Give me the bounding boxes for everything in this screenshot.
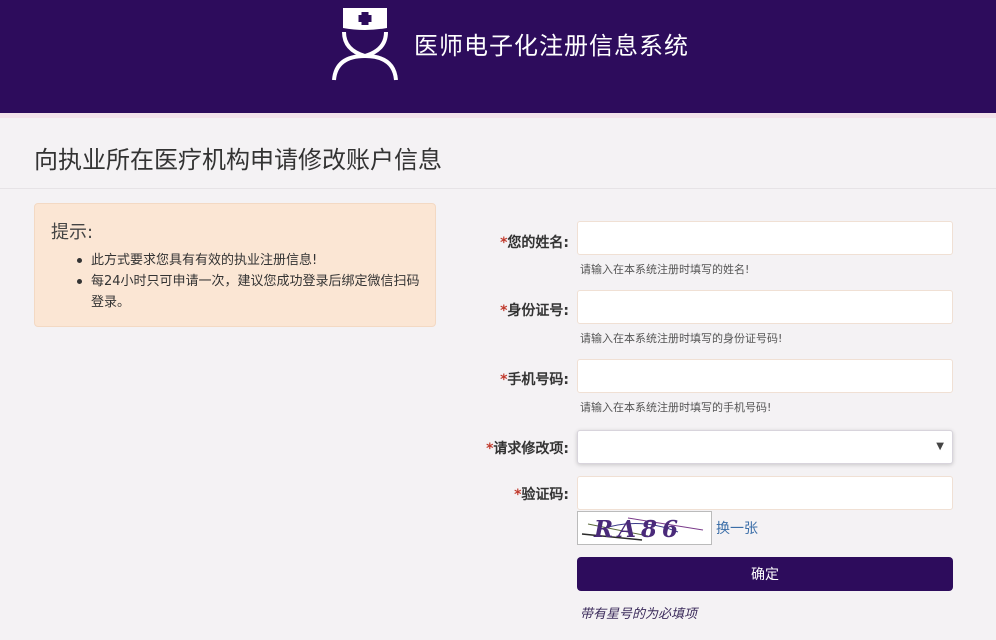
phone-input[interactable] [577, 359, 953, 393]
notice-box: 提示: 此方式要求您具有有效的执业注册信息! 每24小时只可申请一次，建议您成功… [34, 203, 436, 327]
phone-label: *手机号码: [500, 372, 569, 388]
notice-heading: 提示: [51, 222, 94, 243]
captcha-image[interactable]: RA86 [577, 511, 712, 545]
captcha-label: *验证码: [514, 487, 569, 503]
phone-hint: 请输入在本系统注册时填写的手机号码! [580, 401, 772, 414]
modify-item-select[interactable]: ▼ [577, 430, 953, 464]
notice-item: 每24小时只可申请一次，建议您成功登录后绑定微信扫码登录。 [77, 271, 427, 313]
id-number-input[interactable] [577, 290, 953, 324]
page-title: 向执业所在医疗机构申请修改账户信息 [34, 146, 442, 174]
id-number-label: *身份证号: [500, 303, 569, 319]
system-title: 医师电子化注册信息系统 [414, 32, 689, 60]
name-input[interactable] [577, 221, 953, 255]
svg-text:RA86: RA86 [593, 516, 683, 543]
modify-item-label: *请求修改项: [486, 441, 569, 457]
id-number-hint: 请输入在本系统注册时填写的身份证号码! [580, 332, 783, 345]
captcha-input[interactable] [577, 476, 953, 510]
refresh-captcha-link[interactable]: 换一张 [716, 518, 758, 538]
captcha-graphic: RA86 [581, 516, 704, 543]
nurse-cap-person-icon [332, 8, 398, 81]
caret-down-icon: ▼ [936, 441, 944, 452]
submit-button[interactable]: 确定 [577, 557, 953, 591]
notice-list: 此方式要求您具有有效的执业注册信息! 每24小时只可申请一次，建议您成功登录后绑… [77, 250, 427, 313]
name-hint: 请输入在本系统注册时填写的姓名! [580, 263, 750, 276]
header: 医师电子化注册信息系统 [0, 0, 996, 113]
name-label: *您的姓名: [500, 235, 569, 251]
title-divider [0, 188, 996, 189]
notice-item: 此方式要求您具有有效的执业注册信息! [77, 250, 427, 271]
required-fields-note: 带有星号的为必填项 [580, 607, 698, 622]
header-divider [0, 113, 996, 118]
